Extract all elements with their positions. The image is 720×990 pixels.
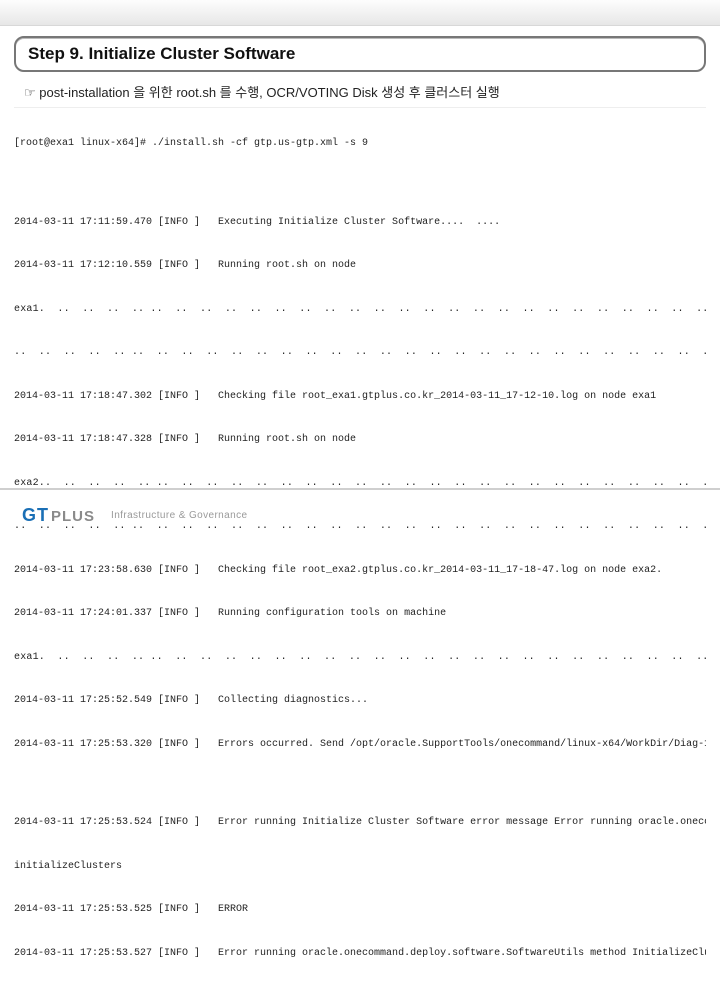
terminal-line: .. .. .. .. .. .. .. .. .. .. .. .. .. .… — [14, 346, 706, 361]
terminal-line: [root@exa1 linux-x64]# ./install.sh -cf … — [14, 137, 706, 152]
subtitle-text: post-installation 을 위한 root.sh 를 수행, OCR… — [39, 85, 499, 100]
step-title-text: Step 9. Initialize Cluster Software — [28, 44, 295, 63]
terminal-line: 2014-03-11 17:18:47.328 [INFO ] Running … — [14, 433, 706, 448]
terminal-line: 2014-03-11 17:11:59.470 [INFO ] Executin… — [14, 216, 706, 231]
terminal-line: 2014-03-11 17:25:53.527 [INFO ] Error ru… — [14, 947, 706, 962]
subtitle-line: ☞ post-installation 을 위한 root.sh 를 수행, O… — [24, 82, 696, 101]
terminal-line: 2014-03-11 17:25:53.525 [INFO ] ERROR — [14, 903, 706, 918]
terminal-line: 2014-03-11 17:25:52.549 [INFO ] Collecti… — [14, 694, 706, 709]
top-gradient-bar — [0, 0, 720, 26]
pointing-hand-icon: ☞ — [24, 85, 36, 100]
terminal-line: exa1. .. .. .. .. .. .. .. .. .. .. .. .… — [14, 303, 706, 318]
logo: GTPLUS — [22, 505, 95, 526]
terminal-line: initializeClusters — [14, 860, 706, 875]
footer: GTPLUS Infrastructure & Governance — [0, 488, 720, 540]
logo-plus: PLUS — [51, 508, 95, 525]
terminal-line: 2014-03-11 17:23:58.630 [INFO ] Checking… — [14, 564, 706, 579]
terminal-line: 2014-03-11 17:25:53.524 [INFO ] Error ru… — [14, 816, 706, 831]
step-title-card: Step 9. Initialize Cluster Software — [14, 36, 706, 72]
logo-gt: GT — [22, 505, 49, 526]
terminal-line: 2014-03-11 17:12:10.559 [INFO ] Running … — [14, 259, 706, 274]
terminal-line: 2014-03-11 17:24:01.337 [INFO ] Running … — [14, 607, 706, 622]
terminal-line: 2014-03-11 17:25:53.320 [INFO ] Errors o… — [14, 738, 706, 753]
footer-tagline: Infrastructure & Governance — [111, 510, 247, 521]
terminal-output: [root@exa1 linux-x64]# ./install.sh -cf … — [14, 107, 706, 990]
terminal-line: exa1. .. .. .. .. .. .. .. .. .. .. .. .… — [14, 651, 706, 666]
slide: Step 9. Initialize Cluster Software ☞ po… — [0, 0, 720, 540]
terminal-line: 2014-03-11 17:18:47.302 [INFO ] Checking… — [14, 390, 706, 405]
